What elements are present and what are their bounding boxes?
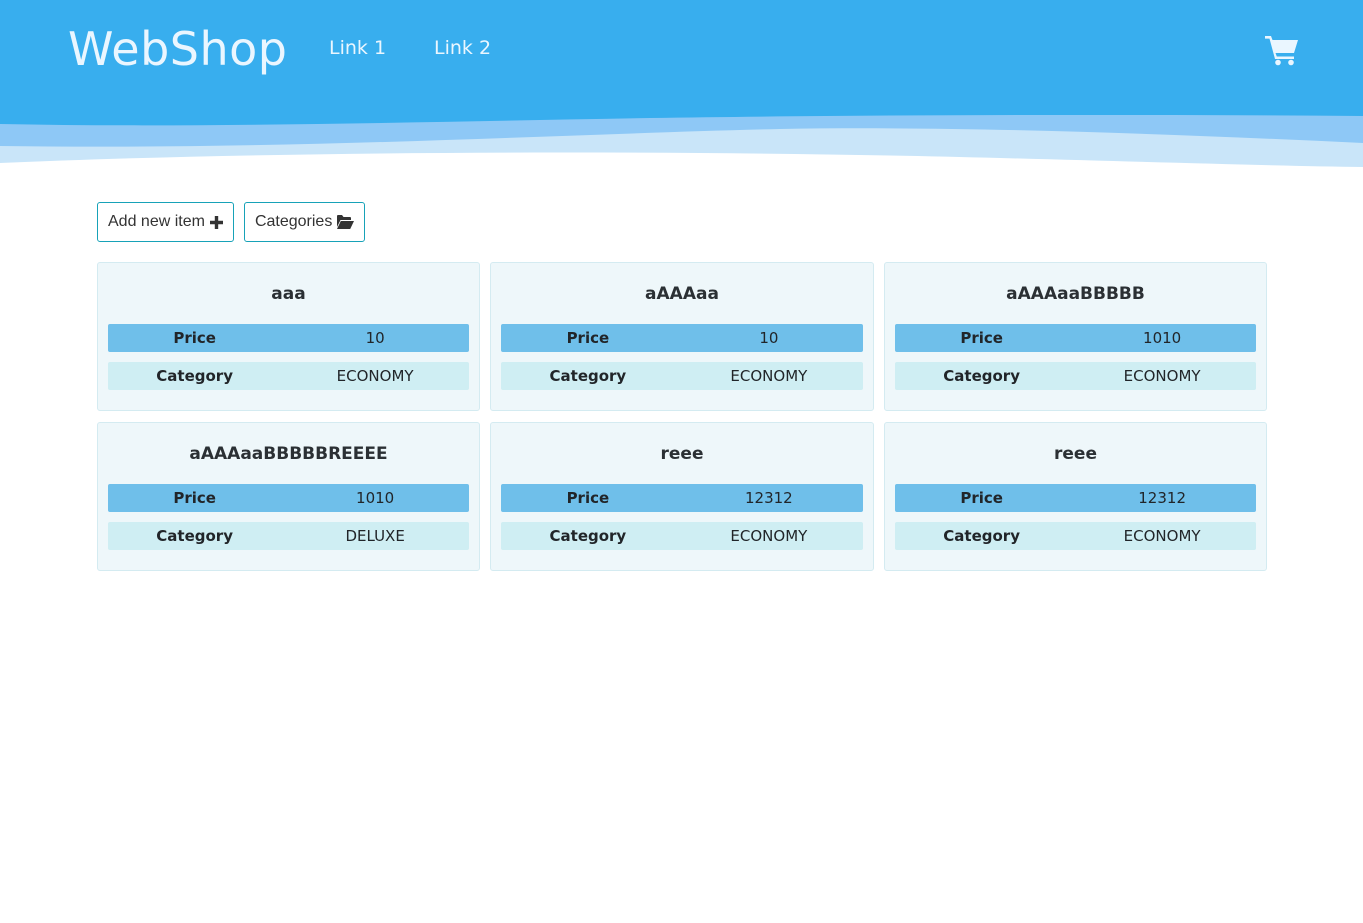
toolbar: Add new item Categories [97,202,366,242]
add-new-item-label: Add new item [108,213,205,230]
product-card[interactable]: aAAAaaBBBBBREEEE Price 1010 Category DEL… [97,422,480,571]
nav-link-2[interactable]: Link 2 [434,37,491,59]
product-name: reee [1054,444,1097,464]
category-label: Category [156,367,233,385]
price-row: Price 10 [501,324,863,352]
shopping-cart-icon[interactable] [1265,34,1299,66]
price-row: Price 10 [108,324,469,352]
product-card[interactable]: aAAAaa Price 10 Category ECONOMY [490,262,874,411]
price-value: 1010 [1143,329,1182,347]
price-value: 12312 [745,489,793,507]
price-label: Price [566,329,610,347]
category-value: ECONOMY [336,367,414,385]
product-name: aAAAaaBBBBB [1006,284,1145,304]
product-name: aAAAaaBBBBBREEEE [189,444,388,464]
category-value: ECONOMY [1123,527,1201,545]
product-name: aAAAaa [645,284,719,304]
category-label: Category [943,367,1020,385]
category-row: Category ECONOMY [501,362,863,390]
site-header: WebShop Link 1 Link 2 [0,0,1363,170]
categories-button[interactable]: Categories [243,202,366,242]
price-value: 12312 [1138,489,1186,507]
product-grid: aaa Price 10 Category ECONOMY aAAAaa Pri… [97,262,1267,571]
nav-link-1[interactable]: Link 1 [329,37,386,59]
product-card[interactable]: aAAAaaBBBBB Price 1010 Category ECONOMY [884,262,1267,411]
category-value: ECONOMY [1123,367,1201,385]
category-value: ECONOMY [730,367,808,385]
category-row: Category ECONOMY [108,362,469,390]
price-value: 10 [759,329,779,347]
categories-label: Categories [254,213,333,230]
product-card[interactable]: reee Price 12312 Category ECONOMY [884,422,1267,571]
price-value: 1010 [356,489,395,507]
category-row: Category DELUXE [108,522,469,550]
price-row: Price 1010 [108,484,469,512]
price-label: Price [960,489,1003,507]
category-label: Category [549,367,627,385]
category-label: Category [156,527,233,545]
category-row: Category ECONOMY [895,522,1256,550]
price-label: Price [960,329,1003,347]
category-label: Category [943,527,1020,545]
category-row: Category ECONOMY [895,362,1256,390]
category-value: DELUXE [345,527,405,545]
add-new-item-button[interactable]: Add new item [97,202,234,242]
price-label: Price [566,489,610,507]
product-card[interactable]: reee Price 12312 Category ECONOMY [490,422,874,571]
product-name: aaa [271,284,306,304]
category-value: ECONOMY [730,527,808,545]
product-name: reee [660,444,704,464]
price-value: 10 [365,329,385,347]
plus-icon [209,215,223,229]
price-row: Price 12312 [895,484,1256,512]
price-row: Price 12312 [501,484,863,512]
category-label: Category [549,527,627,545]
price-row: Price 1010 [895,324,1256,352]
price-label: Price [173,489,216,507]
folder-open-icon [337,215,355,229]
product-card[interactable]: aaa Price 10 Category ECONOMY [97,262,480,411]
category-row: Category ECONOMY [501,522,863,550]
price-label: Price [173,329,216,347]
brand-logo[interactable]: WebShop [68,22,287,76]
